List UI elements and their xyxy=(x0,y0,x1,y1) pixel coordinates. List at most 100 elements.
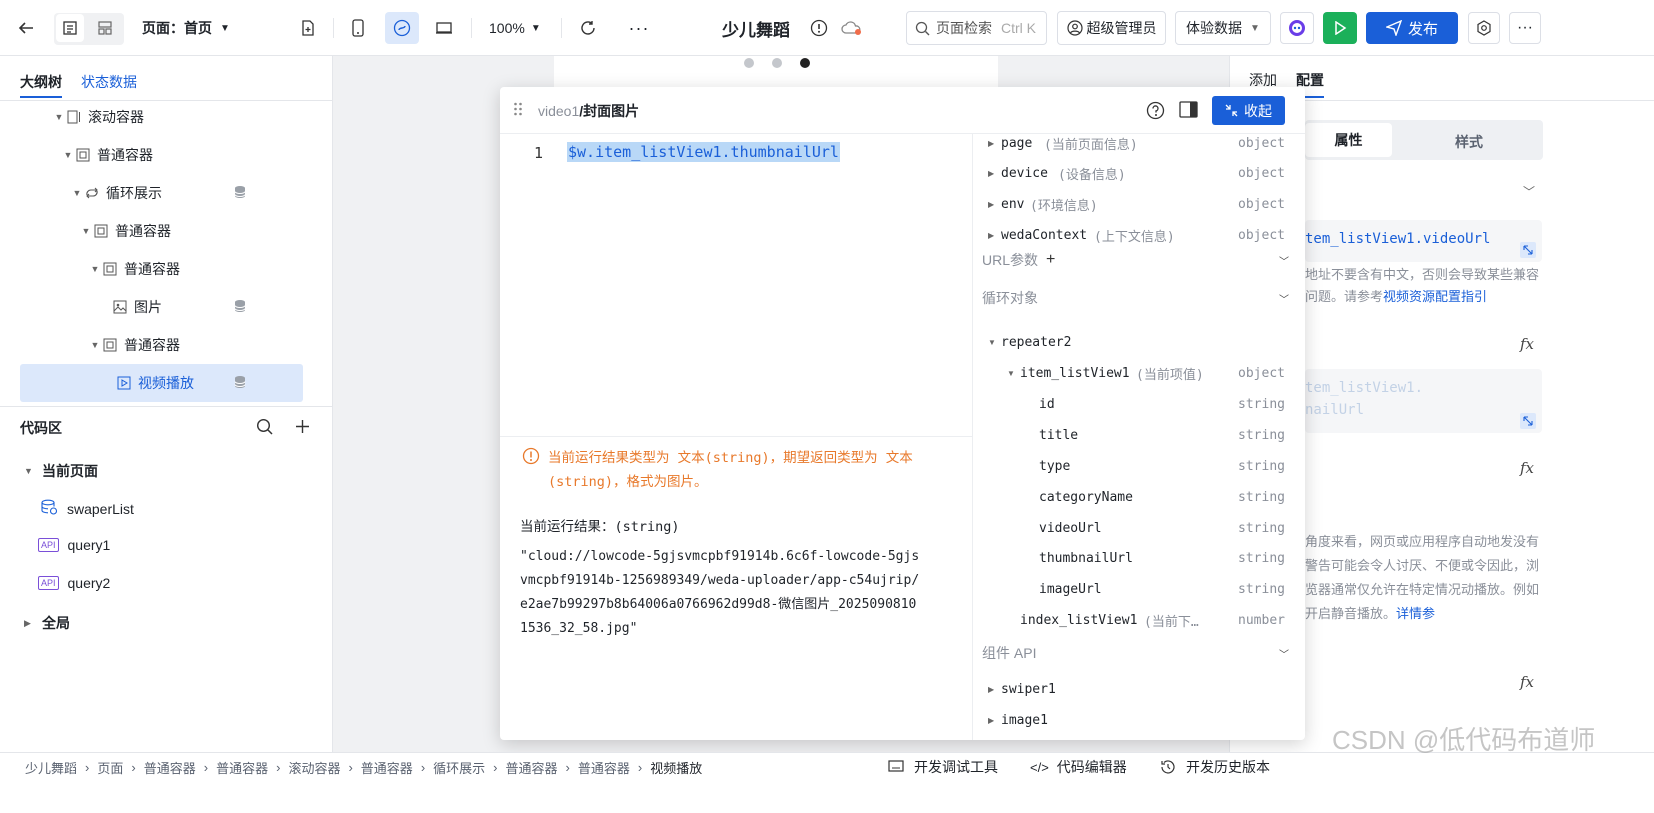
tab-state-data[interactable]: 状态数据 xyxy=(81,72,137,92)
tree-node-scroll-container[interactable]: ▼ 滚动容器 xyxy=(20,99,303,135)
breadcrumb-item[interactable]: 普通容器 xyxy=(361,758,413,777)
add-icon[interactable] xyxy=(294,418,311,438)
chevron-down-icon[interactable]: ﹀ xyxy=(1523,183,1535,200)
var-row-field[interactable]: type string xyxy=(972,451,1305,481)
var-row-swiper1[interactable]: ▶ swiper1 xyxy=(972,674,1305,704)
caret-right-icon: ▶ xyxy=(988,199,995,209)
seg-property[interactable]: 属性 xyxy=(1305,123,1392,157)
var-row-repeater2[interactable]: ▼ repeater2 xyxy=(972,327,1305,357)
var-row-index-listview1[interactable]: index_listView1 (当前下… number xyxy=(972,605,1305,635)
var-row-field[interactable]: thumbnailUrl string xyxy=(972,543,1305,573)
role-button[interactable]: 超级管理员 xyxy=(1057,11,1166,45)
hint-link[interactable]: 视频资源配置指引 xyxy=(1383,289,1487,304)
fx-icon[interactable]: fx xyxy=(1520,459,1534,477)
seg-style[interactable]: 样式 xyxy=(1455,132,1483,152)
breadcrumb-item[interactable]: 循环展示 xyxy=(433,758,485,777)
breadcrumb-item[interactable]: 普通容器 xyxy=(216,758,268,777)
refresh-icon[interactable] xyxy=(574,14,602,42)
tree-node-container[interactable]: ▼ 普通容器 xyxy=(20,213,303,249)
tree-node-image[interactable]: 图片 xyxy=(20,289,303,325)
cover-expr-input[interactable]: tem_listView1. nailUrl xyxy=(1305,369,1542,433)
code-item-query1[interactable]: API query1 xyxy=(38,537,110,553)
data-mode-select[interactable]: 体验数据 ▼ xyxy=(1175,11,1271,45)
var-row-item-listview1[interactable]: ▼ item_listView1 (当前项值) object xyxy=(972,358,1305,388)
code-item-swaperList[interactable]: swaperList xyxy=(40,499,134,518)
page-selector[interactable]: 页面：首页 ▼ xyxy=(142,14,230,42)
code-editor-button[interactable]: </> 代码编辑器 xyxy=(1030,757,1127,777)
expand-icon[interactable] xyxy=(1520,413,1536,429)
tree-node-container[interactable]: ▼ 普通容器 xyxy=(20,251,303,287)
drag-handle-icon[interactable] xyxy=(513,101,523,120)
cloud-sync-icon[interactable] xyxy=(838,14,866,42)
var-desc: (上下文信息) xyxy=(1094,229,1175,245)
var-type: string xyxy=(1238,581,1285,597)
page-selector-label: 页面：首页 xyxy=(142,20,212,36)
breadcrumb-item[interactable]: 页面 xyxy=(97,758,123,777)
var-row-field[interactable]: id string xyxy=(972,389,1305,419)
var-row-field[interactable]: title string xyxy=(972,420,1305,450)
chevron-right-icon: › xyxy=(348,760,353,775)
tree-node-video-selected[interactable]: 视频播放 xyxy=(20,364,303,402)
var-row-env[interactable]: ▶ env (环境信息) object xyxy=(972,189,1305,219)
tree-node-repeater[interactable]: ▼ 循环展示 xyxy=(20,175,303,211)
expression-editor[interactable]: $w.item_listView1.thumbnailUrl xyxy=(567,142,840,162)
help-icon[interactable] xyxy=(1146,101,1165,123)
expand-icon[interactable] xyxy=(1520,242,1536,258)
var-row-page[interactable]: ▶ page (当前页面信息) object xyxy=(972,128,1305,158)
video-icon xyxy=(116,375,132,391)
mini-program-icon[interactable] xyxy=(385,12,419,44)
dev-tools-button[interactable]: 开发调试工具 xyxy=(888,757,998,777)
collapse-button[interactable]: 收起 xyxy=(1212,96,1285,125)
page-search-input[interactable]: 页面检索 Ctrl K xyxy=(906,11,1047,45)
tree-node-container[interactable]: ▼ 普通容器 xyxy=(20,327,303,363)
toggle-sidebar-icon[interactable] xyxy=(1179,101,1198,121)
settings-button[interactable] xyxy=(1468,12,1500,44)
breadcrumb-item[interactable]: 普通容器 xyxy=(506,758,558,777)
code-group-current-page[interactable]: ▼ 当前页面 xyxy=(24,461,98,481)
layout-view-icon[interactable] xyxy=(91,14,119,42)
breadcrumb-item[interactable]: 滚动容器 xyxy=(288,758,340,777)
video-url-input[interactable]: tem_listView1.videoUrl xyxy=(1305,220,1542,262)
more-icon[interactable]: ··· xyxy=(625,14,653,42)
code-group-global[interactable]: ▶ 全局 xyxy=(24,613,70,633)
back-icon[interactable] xyxy=(12,14,40,42)
var-row-image1[interactable]: ▶ image1 xyxy=(972,705,1305,735)
code-item-query2[interactable]: API query2 xyxy=(38,575,110,591)
add-icon[interactable]: + xyxy=(1046,251,1055,269)
var-row-field[interactable]: videoUrl string xyxy=(972,513,1305,543)
fx-icon[interactable]: fx xyxy=(1520,335,1534,353)
swiper-dot[interactable] xyxy=(744,58,754,68)
chevron-right-icon: › xyxy=(276,760,281,775)
hint-link[interactable]: 详情参 xyxy=(1396,606,1435,621)
var-row-field[interactable]: categoryName string xyxy=(972,482,1305,512)
preview-button[interactable] xyxy=(1323,12,1357,44)
fx-icon[interactable]: fx xyxy=(1520,673,1534,691)
info-icon[interactable] xyxy=(805,14,833,42)
publish-button[interactable]: 发布 xyxy=(1366,12,1458,44)
section-component-api[interactable]: 组件 API ﹀ xyxy=(982,641,1289,665)
ai-assistant-button[interactable] xyxy=(1280,12,1314,44)
page-view-icon[interactable] xyxy=(56,14,84,42)
add-page-icon[interactable] xyxy=(294,14,322,42)
history-button[interactable]: 开发历史版本 xyxy=(1160,757,1270,777)
breadcrumb-item[interactable]: 普通容器 xyxy=(144,758,196,777)
var-row-wedacontext[interactable]: ▶ wedaContext (上下文信息) object xyxy=(972,220,1305,250)
swiper-dot[interactable] xyxy=(772,58,782,68)
tab-outline[interactable]: 大纲树 xyxy=(20,72,62,92)
tree-node-container[interactable]: ▼ 普通容器 xyxy=(20,137,303,173)
search-icon[interactable] xyxy=(256,418,273,438)
zoom-selector[interactable]: 100% ▼ xyxy=(489,14,541,42)
desktop-icon[interactable] xyxy=(430,14,458,42)
var-row-field[interactable]: imageUrl string xyxy=(972,574,1305,604)
caret-down-icon: ▼ xyxy=(1007,368,1015,378)
swiper-dot-active[interactable] xyxy=(800,58,810,68)
section-url-params[interactable]: URL参数 + ﹀ xyxy=(982,248,1289,272)
section-loop-object[interactable]: 循环对象 ﹀ xyxy=(982,286,1289,310)
var-row-device[interactable]: ▶ device (设备信息) object xyxy=(972,158,1305,188)
breadcrumb-item[interactable]: 普通容器 xyxy=(578,758,630,777)
breadcrumb-item-current[interactable]: 视频播放 xyxy=(650,758,702,777)
more-menu-button[interactable]: ··· xyxy=(1509,12,1541,44)
var-type: string xyxy=(1238,520,1285,536)
mobile-icon[interactable] xyxy=(344,14,372,42)
breadcrumb-item[interactable]: 少儿舞蹈 xyxy=(25,758,77,777)
